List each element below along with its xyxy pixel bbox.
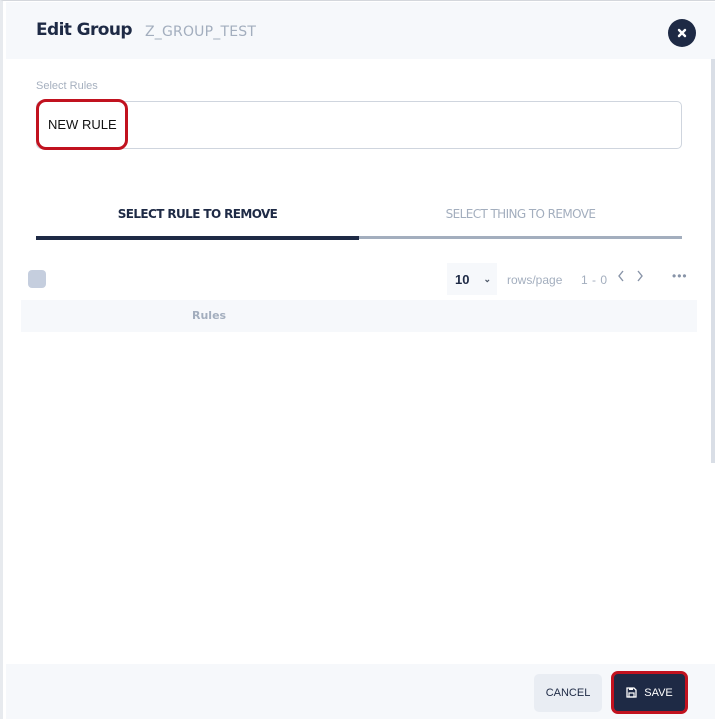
chevron-right-icon	[637, 270, 643, 282]
chevron-left-icon	[618, 270, 624, 282]
dialog-title: Edit Group	[36, 20, 133, 40]
previous-page-button[interactable]	[617, 269, 625, 286]
selected-rule-chip[interactable]: NEW RULE	[36, 99, 128, 150]
edit-group-dialog: Edit Group Z_GROUP_TEST Select Rules NEW…	[0, 0, 715, 719]
close-icon	[677, 28, 687, 38]
next-page-button[interactable]	[636, 269, 644, 286]
select-all-checkbox[interactable]	[28, 270, 46, 288]
save-label: SAVE	[644, 686, 673, 699]
dialog-header: Edit Group Z_GROUP_TEST	[6, 2, 715, 59]
select-rules-input[interactable]	[36, 101, 682, 149]
tab-indicator-inactive	[359, 236, 682, 239]
save-icon	[626, 687, 637, 698]
chevron-down-icon: ⌄	[483, 273, 492, 284]
cancel-button[interactable]: CANCEL	[534, 674, 602, 712]
save-button[interactable]: SAVE	[611, 671, 688, 714]
group-name: Z_GROUP_TEST	[145, 24, 257, 40]
select-rules-label: Select Rules	[36, 80, 98, 92]
rows-per-page-label: rows/page	[507, 273, 563, 287]
column-header-rules[interactable]: Rules	[192, 309, 226, 322]
scrollbar[interactable]	[711, 59, 715, 463]
close-button[interactable]	[668, 19, 696, 47]
table-header: Rules	[21, 300, 697, 332]
dialog-footer	[6, 664, 715, 719]
rows-per-page-value: 10	[455, 271, 470, 287]
tab-indicator-active	[36, 236, 359, 240]
rows-per-page-select[interactable]: 10 ⌄	[447, 263, 497, 295]
page-range: 1 - 0	[581, 273, 608, 287]
more-options-icon[interactable]: •••	[672, 269, 688, 283]
